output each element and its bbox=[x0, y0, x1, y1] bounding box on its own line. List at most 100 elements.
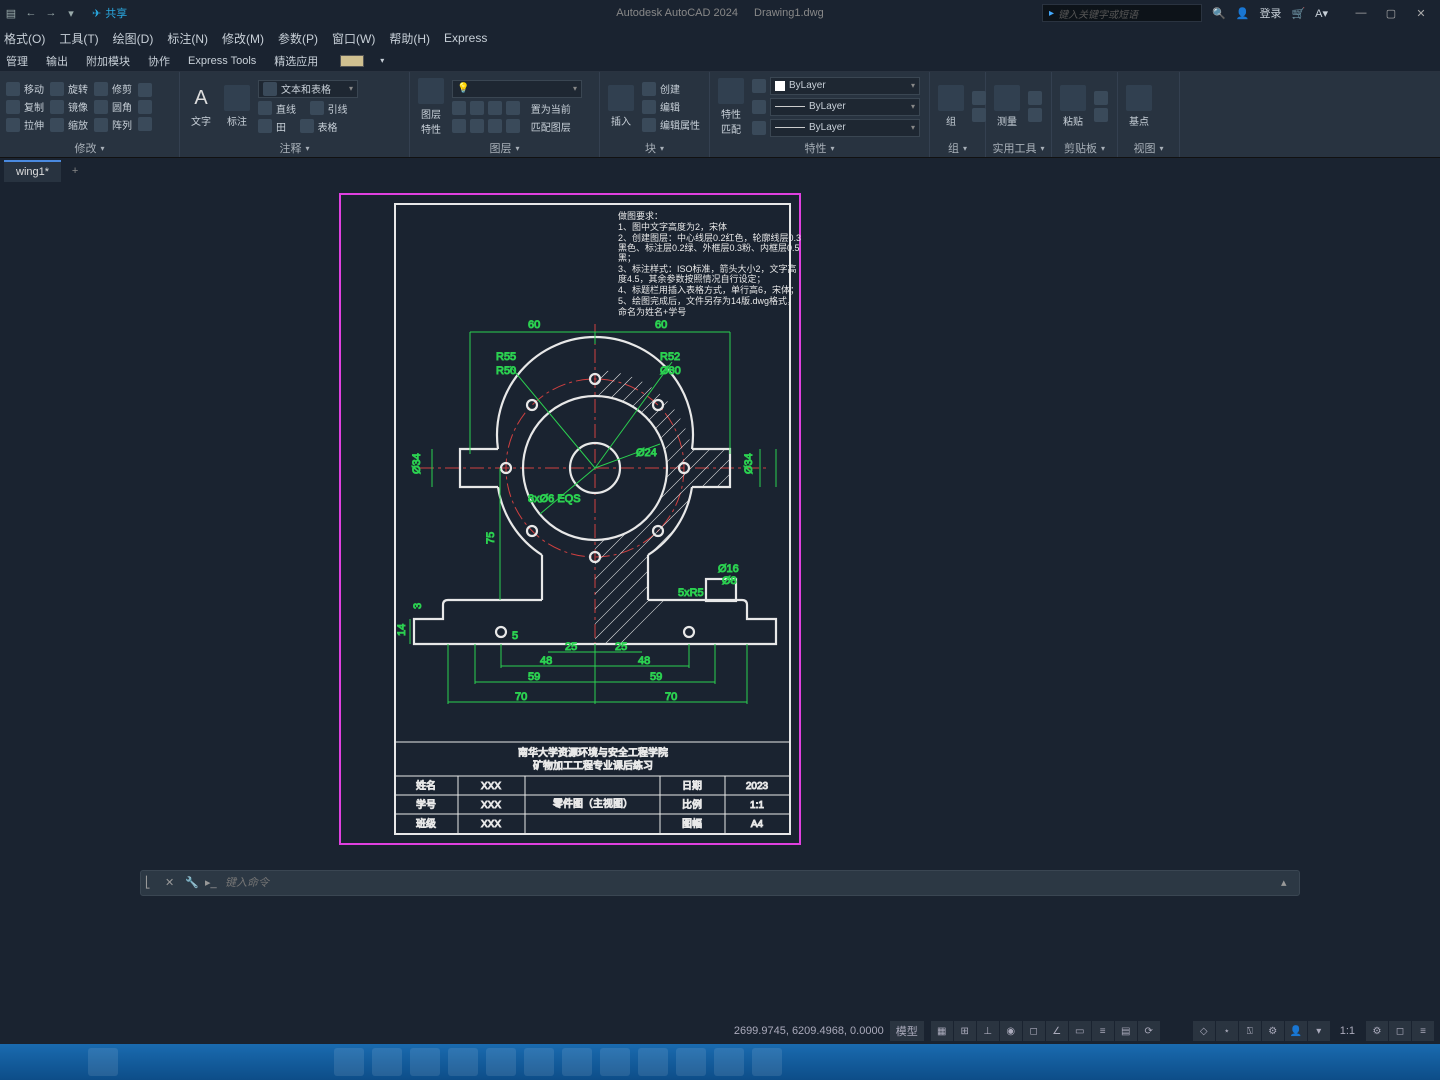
lineweight-combo[interactable]: ByLayer bbox=[770, 98, 920, 116]
menu-draw[interactable]: 绘图(D) bbox=[113, 30, 154, 47]
linear-button[interactable]: 直线 引线 bbox=[258, 101, 358, 116]
panel-utilities-label[interactable]: 实用工具 bbox=[992, 139, 1045, 157]
osnap-toggle[interactable]: ◻ bbox=[1023, 1021, 1045, 1041]
color-swatch[interactable] bbox=[340, 55, 364, 67]
ws-toggle[interactable]: ⚙ bbox=[1262, 1021, 1284, 1041]
u1-icon[interactable] bbox=[1028, 91, 1042, 105]
taskbar-app-5[interactable] bbox=[676, 1048, 706, 1076]
edit-block-button[interactable]: 编辑 bbox=[642, 99, 700, 114]
panel-layer-label[interactable]: 图层 bbox=[416, 139, 593, 157]
taskbar-chrome[interactable] bbox=[638, 1048, 668, 1076]
tab-addins[interactable]: 附加模块 bbox=[84, 51, 132, 71]
close-button[interactable]: ✕ bbox=[1406, 2, 1436, 24]
table-button[interactable]: 田 表格 bbox=[258, 119, 358, 134]
command-input[interactable] bbox=[225, 877, 1275, 889]
lwt-toggle[interactable]: ≡ bbox=[1092, 1021, 1114, 1041]
snap-toggle[interactable]: ⊞ bbox=[954, 1021, 976, 1041]
cmd-close-icon[interactable]: ✕ bbox=[165, 876, 179, 890]
swatch-drop-icon[interactable]: ▾ bbox=[378, 54, 386, 67]
tool2-button[interactable] bbox=[138, 100, 152, 114]
taskbar-explorer[interactable] bbox=[372, 1048, 402, 1076]
arrow-left-icon[interactable]: ← bbox=[24, 6, 38, 20]
copy-button[interactable]: 复制 bbox=[6, 99, 44, 114]
panel-properties-label[interactable]: 特性 bbox=[716, 139, 923, 157]
trim-button[interactable]: 修剪 bbox=[94, 81, 132, 96]
taskbar-netease[interactable] bbox=[600, 1048, 630, 1076]
dropdown-icon[interactable]: ▾ bbox=[64, 6, 78, 20]
match-props-button[interactable]: 特性 匹配 bbox=[716, 76, 746, 138]
menu-parametric[interactable]: 参数(P) bbox=[278, 30, 318, 47]
menu-toggle[interactable]: ≡ bbox=[1412, 1021, 1434, 1041]
layer-combo[interactable]: 💡 bbox=[452, 80, 582, 98]
arrow-right-icon[interactable]: → bbox=[44, 6, 58, 20]
panel-block-label[interactable]: 块 bbox=[606, 139, 703, 157]
taskbar-app-2[interactable] bbox=[486, 1048, 516, 1076]
make-current-button[interactable]: 置为当前 bbox=[452, 101, 593, 116]
cmd-wrench-icon[interactable]: 🔧 bbox=[185, 876, 199, 890]
anno-toggle[interactable]: ⋆ bbox=[1216, 1021, 1238, 1041]
share-button[interactable]: ✈ 共享 bbox=[92, 5, 127, 21]
units-toggle[interactable]: ▾ bbox=[1308, 1021, 1330, 1041]
menu-window[interactable]: 窗口(W) bbox=[332, 30, 375, 47]
trans-toggle[interactable]: ▤ bbox=[1115, 1021, 1137, 1041]
panel-modify-label[interactable]: 修改 bbox=[6, 139, 173, 157]
polar-toggle[interactable]: ◉ bbox=[1000, 1021, 1022, 1041]
tab-output[interactable]: 输出 bbox=[44, 51, 70, 71]
linetype-icon[interactable] bbox=[752, 121, 766, 135]
rotate-button[interactable]: 旋转 bbox=[50, 81, 88, 96]
minimize-button[interactable]: — bbox=[1346, 2, 1376, 24]
scale-toggle[interactable]: ⍂ bbox=[1239, 1021, 1261, 1041]
tool3-button[interactable] bbox=[138, 117, 152, 131]
user-icon[interactable]: 👤 bbox=[1236, 7, 1250, 20]
basepoint-button[interactable]: 基点 bbox=[1124, 83, 1154, 130]
insert-button[interactable]: 插入 bbox=[606, 83, 636, 130]
fillet-button[interactable]: 圆角 bbox=[94, 99, 132, 114]
g1-icon[interactable] bbox=[972, 91, 986, 105]
iso-toggle[interactable]: ◇ bbox=[1193, 1021, 1215, 1041]
dimension-button[interactable]: 标注 bbox=[222, 83, 252, 130]
text-button[interactable]: A文字 bbox=[186, 83, 216, 130]
menu-icon[interactable]: ▤ bbox=[4, 6, 18, 20]
app-menu-icon[interactable]: A▾ bbox=[1315, 7, 1328, 20]
stretch-button[interactable]: 拉伸 bbox=[6, 117, 44, 132]
match-layer-button[interactable]: 匹配图层 bbox=[452, 119, 593, 134]
cmd-expand-icon[interactable]: ▴ bbox=[1281, 876, 1295, 890]
tab-featured[interactable]: 精选应用 bbox=[272, 51, 320, 71]
panel-clipboard-label[interactable]: 剪贴板 bbox=[1058, 139, 1111, 157]
search-input[interactable]: 键入关键字或短语 bbox=[1042, 4, 1202, 22]
cmd-history-icon[interactable]: ⎣ bbox=[145, 876, 159, 890]
taskbar-obs[interactable] bbox=[714, 1048, 744, 1076]
cart-icon[interactable]: 🛒 bbox=[1291, 7, 1305, 20]
lineweight-icon[interactable] bbox=[752, 100, 766, 114]
maximize-button[interactable]: ▢ bbox=[1376, 2, 1406, 24]
menu-tools[interactable]: 工具(T) bbox=[59, 30, 98, 47]
scale-button[interactable]: 缩放 bbox=[50, 117, 88, 132]
menu-format[interactable]: 格式(O) bbox=[4, 30, 45, 47]
u2-icon[interactable] bbox=[1028, 108, 1042, 122]
c2-icon[interactable] bbox=[1094, 108, 1108, 122]
taskbar-steam[interactable] bbox=[448, 1048, 478, 1076]
taskbar-app-1[interactable] bbox=[88, 1048, 118, 1076]
taskbar-edge[interactable] bbox=[334, 1048, 364, 1076]
login-button[interactable]: 登录 bbox=[1259, 5, 1281, 21]
panel-annotation-label[interactable]: 注释 bbox=[186, 139, 403, 157]
tab-manage[interactable]: 管理 bbox=[4, 51, 30, 71]
dyn-toggle[interactable]: ▭ bbox=[1069, 1021, 1091, 1041]
tool1-button[interactable] bbox=[138, 83, 152, 97]
annotation-style-combo[interactable]: 文本和表格 bbox=[258, 80, 358, 98]
new-tab-button[interactable]: + bbox=[63, 165, 87, 177]
customize-toggle[interactable]: ⚙ bbox=[1366, 1021, 1388, 1041]
edit-attr-button[interactable]: 编辑属性 bbox=[642, 117, 700, 132]
file-tab-drawing1[interactable]: wing1* bbox=[4, 160, 61, 182]
menu-help[interactable]: 帮助(H) bbox=[389, 30, 430, 47]
taskbar-app-4[interactable] bbox=[562, 1048, 592, 1076]
taskbar-app-3[interactable] bbox=[524, 1048, 554, 1076]
ortho-toggle[interactable]: ⊥ bbox=[977, 1021, 999, 1041]
search-icon[interactable]: 🔍 bbox=[1212, 7, 1226, 20]
menu-dimension[interactable]: 标注(N) bbox=[167, 30, 208, 47]
menu-express[interactable]: Express bbox=[444, 31, 487, 45]
array-button[interactable]: 阵列 bbox=[94, 117, 132, 132]
cycle-toggle[interactable]: ⟳ bbox=[1138, 1021, 1160, 1041]
color-icon[interactable] bbox=[752, 79, 766, 93]
g2-icon[interactable] bbox=[972, 108, 986, 122]
